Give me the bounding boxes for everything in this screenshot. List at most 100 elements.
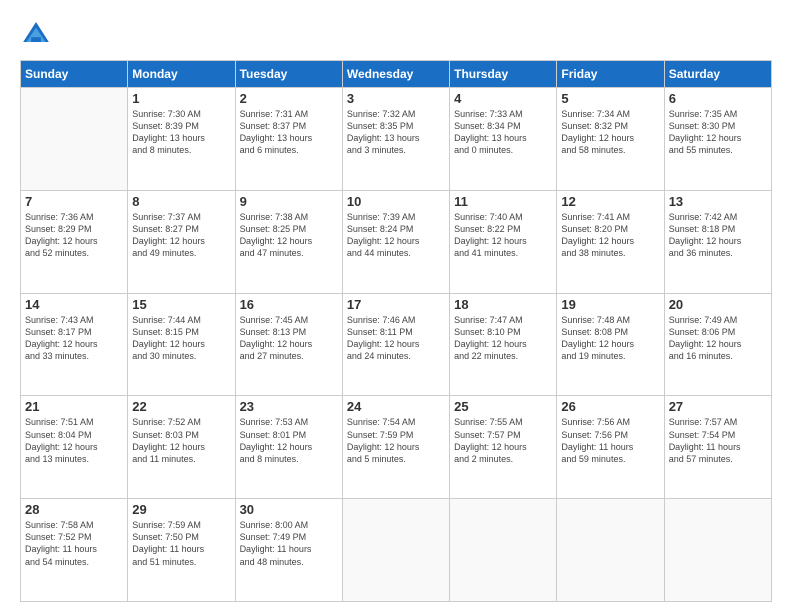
week-row-4: 21 Sunrise: 7:51 AM Sunset: 8:04 PM Dayli… — [21, 396, 772, 499]
day-info: Sunrise: 7:46 AM Sunset: 8:11 PM Dayligh… — [347, 314, 445, 363]
day-info: Sunrise: 7:51 AM Sunset: 8:04 PM Dayligh… — [25, 416, 123, 465]
day-cell: 19 Sunrise: 7:48 AM Sunset: 8:08 PM Dayli… — [557, 293, 664, 396]
day-info: Sunrise: 7:58 AM Sunset: 7:52 PM Dayligh… — [25, 519, 123, 568]
week-row-1: 1Sunrise: 7:30 AM Sunset: 8:39 PM Daylig… — [21, 88, 772, 191]
column-header-row: SundayMondayTuesdayWednesdayThursdayFrid… — [21, 61, 772, 88]
day-cell — [342, 499, 449, 602]
day-info: Sunrise: 7:32 AM Sunset: 8:35 PM Dayligh… — [347, 108, 445, 157]
day-cell: 5 Sunrise: 7:34 AM Sunset: 8:32 PM Daylig… — [557, 88, 664, 191]
day-cell — [450, 499, 557, 602]
col-header-sunday: Sunday — [21, 61, 128, 88]
day-info: Sunrise: 7:39 AM Sunset: 8:24 PM Dayligh… — [347, 211, 445, 260]
day-cell: 2Sunrise: 7:31 AM Sunset: 8:37 PM Daylig… — [235, 88, 342, 191]
day-number: 19 — [561, 297, 659, 312]
day-info: Sunrise: 7:38 AM Sunset: 8:25 PM Dayligh… — [240, 211, 338, 260]
day-info: Sunrise: 7:48 AM Sunset: 8:08 PM Dayligh… — [561, 314, 659, 363]
col-header-monday: Monday — [128, 61, 235, 88]
day-cell: 16 Sunrise: 7:45 AM Sunset: 8:13 PM Dayli… — [235, 293, 342, 396]
day-number: 5 — [561, 91, 659, 106]
day-cell: 21 Sunrise: 7:51 AM Sunset: 8:04 PM Dayli… — [21, 396, 128, 499]
day-info: Sunrise: 7:42 AM Sunset: 8:18 PM Dayligh… — [669, 211, 767, 260]
day-info: Sunrise: 7:35 AM Sunset: 8:30 PM Dayligh… — [669, 108, 767, 157]
day-info: Sunrise: 7:49 AM Sunset: 8:06 PM Dayligh… — [669, 314, 767, 363]
day-info: Sunrise: 7:31 AM Sunset: 8:37 PM Dayligh… — [240, 108, 338, 157]
day-info: Sunrise: 7:45 AM Sunset: 8:13 PM Dayligh… — [240, 314, 338, 363]
day-number: 8 — [132, 194, 230, 209]
day-cell — [557, 499, 664, 602]
day-cell: 22 Sunrise: 7:52 AM Sunset: 8:03 PM Dayli… — [128, 396, 235, 499]
day-number: 26 — [561, 399, 659, 414]
day-cell: 14Sunrise: 7:43 AM Sunset: 8:17 PM Dayli… — [21, 293, 128, 396]
day-info: Sunrise: 7:57 AM Sunset: 7:54 PM Dayligh… — [669, 416, 767, 465]
day-cell: 13Sunrise: 7:42 AM Sunset: 8:18 PM Dayli… — [664, 190, 771, 293]
day-number: 11 — [454, 194, 552, 209]
day-info: Sunrise: 7:47 AM Sunset: 8:10 PM Dayligh… — [454, 314, 552, 363]
day-number: 4 — [454, 91, 552, 106]
day-cell: 27 Sunrise: 7:57 AM Sunset: 7:54 PM Dayli… — [664, 396, 771, 499]
page: SundayMondayTuesdayWednesdayThursdayFrid… — [0, 0, 792, 612]
day-cell: 28 Sunrise: 7:58 AM Sunset: 7:52 PM Dayli… — [21, 499, 128, 602]
calendar-table: SundayMondayTuesdayWednesdayThursdayFrid… — [20, 60, 772, 602]
day-number: 29 — [132, 502, 230, 517]
day-number: 21 — [25, 399, 123, 414]
day-number: 22 — [132, 399, 230, 414]
col-header-saturday: Saturday — [664, 61, 771, 88]
day-cell: 23 Sunrise: 7:53 AM Sunset: 8:01 PM Dayli… — [235, 396, 342, 499]
week-row-3: 14Sunrise: 7:43 AM Sunset: 8:17 PM Dayli… — [21, 293, 772, 396]
day-number: 28 — [25, 502, 123, 517]
day-cell: 15Sunrise: 7:44 AM Sunset: 8:15 PM Dayli… — [128, 293, 235, 396]
day-info: Sunrise: 7:54 AM Sunset: 7:59 PM Dayligh… — [347, 416, 445, 465]
day-cell: 17 Sunrise: 7:46 AM Sunset: 8:11 PM Dayli… — [342, 293, 449, 396]
day-info: Sunrise: 7:59 AM Sunset: 7:50 PM Dayligh… — [132, 519, 230, 568]
day-number: 9 — [240, 194, 338, 209]
day-info: Sunrise: 7:36 AM Sunset: 8:29 PM Dayligh… — [25, 211, 123, 260]
day-info: Sunrise: 7:33 AM Sunset: 8:34 PM Dayligh… — [454, 108, 552, 157]
day-cell: 25 Sunrise: 7:55 AM Sunset: 7:57 PM Dayli… — [450, 396, 557, 499]
day-number: 25 — [454, 399, 552, 414]
day-number: 17 — [347, 297, 445, 312]
day-cell: 29 Sunrise: 7:59 AM Sunset: 7:50 PM Dayli… — [128, 499, 235, 602]
day-cell: 3 Sunrise: 7:32 AM Sunset: 8:35 PM Daylig… — [342, 88, 449, 191]
day-cell — [21, 88, 128, 191]
day-cell: 11 Sunrise: 7:40 AM Sunset: 8:22 PM Dayli… — [450, 190, 557, 293]
day-number: 27 — [669, 399, 767, 414]
day-info: Sunrise: 7:40 AM Sunset: 8:22 PM Dayligh… — [454, 211, 552, 260]
col-header-tuesday: Tuesday — [235, 61, 342, 88]
day-number: 12 — [561, 194, 659, 209]
day-number: 20 — [669, 297, 767, 312]
day-number: 23 — [240, 399, 338, 414]
day-cell: 1Sunrise: 7:30 AM Sunset: 8:39 PM Daylig… — [128, 88, 235, 191]
day-number: 6 — [669, 91, 767, 106]
day-info: Sunrise: 7:53 AM Sunset: 8:01 PM Dayligh… — [240, 416, 338, 465]
day-info: Sunrise: 7:37 AM Sunset: 8:27 PM Dayligh… — [132, 211, 230, 260]
day-number: 15 — [132, 297, 230, 312]
day-info: Sunrise: 7:34 AM Sunset: 8:32 PM Dayligh… — [561, 108, 659, 157]
day-cell: 20 Sunrise: 7:49 AM Sunset: 8:06 PM Dayli… — [664, 293, 771, 396]
day-info: Sunrise: 7:55 AM Sunset: 7:57 PM Dayligh… — [454, 416, 552, 465]
week-row-5: 28 Sunrise: 7:58 AM Sunset: 7:52 PM Dayli… — [21, 499, 772, 602]
day-number: 10 — [347, 194, 445, 209]
day-info: Sunrise: 8:00 AM Sunset: 7:49 PM Dayligh… — [240, 519, 338, 568]
day-cell: 24 Sunrise: 7:54 AM Sunset: 7:59 PM Dayli… — [342, 396, 449, 499]
day-cell — [664, 499, 771, 602]
day-info: Sunrise: 7:43 AM Sunset: 8:17 PM Dayligh… — [25, 314, 123, 363]
day-cell: 9 Sunrise: 7:38 AM Sunset: 8:25 PM Daylig… — [235, 190, 342, 293]
day-cell: 30 Sunrise: 8:00 AM Sunset: 7:49 PM Dayli… — [235, 499, 342, 602]
calendar-body: 1Sunrise: 7:30 AM Sunset: 8:39 PM Daylig… — [21, 88, 772, 602]
day-number: 1 — [132, 91, 230, 106]
day-cell: 18 Sunrise: 7:47 AM Sunset: 8:10 PM Dayli… — [450, 293, 557, 396]
day-number: 24 — [347, 399, 445, 414]
day-number: 30 — [240, 502, 338, 517]
day-number: 7 — [25, 194, 123, 209]
day-number: 18 — [454, 297, 552, 312]
day-cell: 6 Sunrise: 7:35 AM Sunset: 8:30 PM Daylig… — [664, 88, 771, 191]
day-info: Sunrise: 7:52 AM Sunset: 8:03 PM Dayligh… — [132, 416, 230, 465]
day-number: 3 — [347, 91, 445, 106]
col-header-friday: Friday — [557, 61, 664, 88]
day-number: 16 — [240, 297, 338, 312]
header — [20, 18, 772, 50]
day-info: Sunrise: 7:56 AM Sunset: 7:56 PM Dayligh… — [561, 416, 659, 465]
day-cell: 10 Sunrise: 7:39 AM Sunset: 8:24 PM Dayli… — [342, 190, 449, 293]
day-cell: 7 Sunrise: 7:36 AM Sunset: 8:29 PM Daylig… — [21, 190, 128, 293]
day-info: Sunrise: 7:41 AM Sunset: 8:20 PM Dayligh… — [561, 211, 659, 260]
